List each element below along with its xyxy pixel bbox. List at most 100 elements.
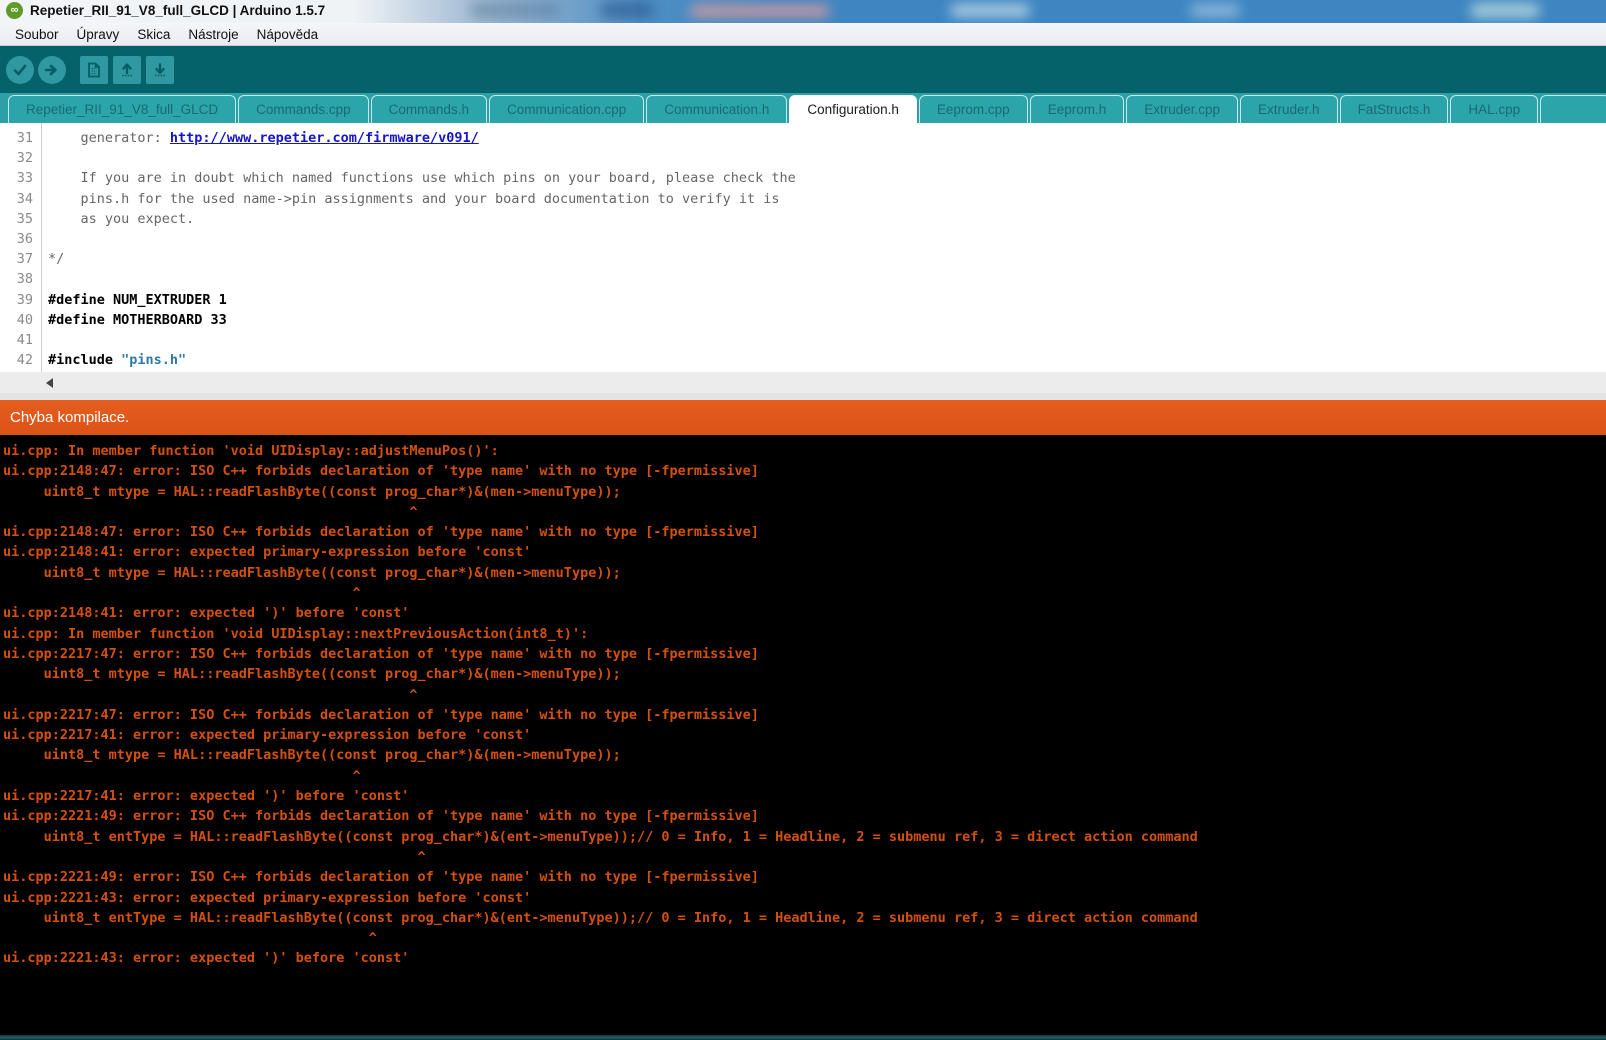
code-line: 33 If you are in doubt which named funct… <box>0 168 1606 188</box>
file-tab-bar: Repetier_RII_91_V8_full_GLCDCommands.cpp… <box>0 93 1606 123</box>
console-line: uint8_t mtype = HAL::readFlashByte((cons… <box>3 664 1606 684</box>
background-window-artifact <box>690 4 830 18</box>
console-line: uint8_t mtype = HAL::readFlashByte((cons… <box>3 563 1606 583</box>
code-editor[interactable]: 31 generator: http://www.repetier.com/fi… <box>0 123 1606 372</box>
tab-configuration-h[interactable]: Configuration.h <box>789 95 917 123</box>
console-line: ui.cpp: In member function 'void UIDispl… <box>3 441 1606 461</box>
line-number: 38 <box>0 269 41 289</box>
background-window-artifact <box>470 3 560 17</box>
line-number: 42 <box>0 350 41 370</box>
line-number: 32 <box>0 148 41 168</box>
toolbar <box>0 46 1606 93</box>
console-line: ui.cpp:2148:47: error: ISO C++ forbids d… <box>3 461 1606 481</box>
title-bar: ∞ Repetier_RII_91_V8_full_GLCD | Arduino… <box>0 0 1606 23</box>
console-line: ui.cpp:2221:43: error: expected ')' befo… <box>3 948 1606 968</box>
console-line: ui.cpp:2221:43: error: expected primary-… <box>3 888 1606 908</box>
compile-status-bar: Chyba kompilace. <box>0 400 1606 435</box>
open-button[interactable] <box>113 56 141 84</box>
console-line: ^ <box>3 685 1606 705</box>
code-text: #include "pins.h" <box>41 350 186 370</box>
tab-extruder-h[interactable]: Extruder.h <box>1240 95 1338 123</box>
code-link[interactable]: http://www.repetier.com/firmware/v091/ <box>170 130 479 146</box>
line-number: 33 <box>0 168 41 188</box>
background-window-artifact <box>1190 4 1240 17</box>
tab-repetier-rii-91-v8-full-glcd[interactable]: Repetier_RII_91_V8_full_GLCD <box>8 95 236 123</box>
menu-bar: SouborÚpravySkicaNástrojeNápověda <box>0 23 1606 46</box>
line-number: 37 <box>0 249 41 269</box>
console-line: ui.cpp:2217:41: error: expected primary-… <box>3 725 1606 745</box>
code-line: 40#define MOTHERBOARD 33 <box>0 310 1606 330</box>
status-strip <box>0 1035 1606 1040</box>
arrow-right-icon <box>44 62 60 78</box>
tab-fatstructs-h[interactable]: FatStructs.h <box>1340 95 1449 123</box>
upload-button[interactable] <box>38 56 66 84</box>
code-line: 35 as you expect. <box>0 209 1606 229</box>
menu-item-soubor[interactable]: Soubor <box>6 25 68 44</box>
menu-item-skica[interactable]: Skica <box>128 25 179 44</box>
menu-item-pravy[interactable]: Úpravy <box>68 25 129 44</box>
line-number: 31 <box>0 128 41 148</box>
tab-commands-cpp[interactable]: Commands.cpp <box>238 95 369 123</box>
code-line: 37*/ <box>0 249 1606 269</box>
tab-communication-h[interactable]: Communication.h <box>646 95 787 123</box>
console-output: ui.cpp: In member function 'void UIDispl… <box>0 435 1606 1035</box>
line-number: 34 <box>0 189 41 209</box>
console-line: ui.cpp:2148:47: error: ISO C++ forbids d… <box>3 522 1606 542</box>
scroll-left-arrow-icon[interactable] <box>46 378 53 388</box>
line-number: 35 <box>0 209 41 229</box>
document-icon <box>86 62 102 78</box>
console-line: ^ <box>3 502 1606 522</box>
tab-communication-cpp[interactable]: Communication.cpp <box>489 95 644 123</box>
console-line: ^ <box>3 847 1606 867</box>
background-window-artifact <box>950 4 1030 17</box>
code-line: 34 pins.h for the used name->pin assignm… <box>0 189 1606 209</box>
console-line: uint8_t mtype = HAL::readFlashByte((cons… <box>3 745 1606 765</box>
horizontal-scrollbar[interactable] <box>0 372 1606 393</box>
code-line: 31 generator: http://www.repetier.com/fi… <box>0 128 1606 148</box>
window-title: Repetier_RII_91_V8_full_GLCD | Arduino 1… <box>30 3 325 18</box>
console-line: ui.cpp:2148:41: error: expected ')' befo… <box>3 603 1606 623</box>
arrow-down-icon <box>152 62 168 78</box>
console-line: ui.cpp:2217:47: error: ISO C++ forbids d… <box>3 705 1606 725</box>
code-text: generator: http://www.repetier.com/firmw… <box>41 128 479 148</box>
code-text <box>41 148 48 168</box>
verify-button[interactable] <box>6 56 34 84</box>
code-text: #define MOTHERBOARD 33 <box>41 310 227 330</box>
check-icon <box>12 62 28 78</box>
save-button[interactable] <box>146 56 174 84</box>
new-button[interactable] <box>80 56 108 84</box>
arduino-logo-icon: ∞ <box>6 2 23 19</box>
tab-extruder-cpp[interactable]: Extruder.cpp <box>1126 95 1238 123</box>
background-window-artifact <box>1470 3 1540 18</box>
code-text: pins.h for the used name->pin assignment… <box>41 189 780 209</box>
code-line: 32 <box>0 148 1606 168</box>
background-window-artifact <box>600 2 655 18</box>
compile-error-message: Chyba kompilace. <box>10 409 129 426</box>
code-line: 39#define NUM_EXTRUDER 1 <box>0 290 1606 310</box>
menu-item-npovda[interactable]: Nápověda <box>248 25 328 44</box>
gutter-divider <box>41 123 42 372</box>
console-line: ^ <box>3 583 1606 603</box>
console-line: uint8_t entType = HAL::readFlashByte((co… <box>3 827 1606 847</box>
tab-eeprom-cpp[interactable]: Eeprom.cpp <box>919 95 1028 123</box>
console-line: ui.cpp:2221:49: error: ISO C++ forbids d… <box>3 867 1606 887</box>
code-text <box>41 330 48 350</box>
code-line: 41 <box>0 330 1606 350</box>
console-line: ui.cpp:2221:49: error: ISO C++ forbids d… <box>3 806 1606 826</box>
menu-item-nstroje[interactable]: Nástroje <box>179 25 247 44</box>
console-line: ui.cpp:2217:47: error: ISO C++ forbids d… <box>3 644 1606 664</box>
code-line: 36 <box>0 229 1606 249</box>
line-number: 40 <box>0 310 41 330</box>
arrow-up-icon <box>119 62 135 78</box>
code-text: as you expect. <box>41 209 194 229</box>
console-line: ui.cpp:2148:41: error: expected primary-… <box>3 542 1606 562</box>
tab-eeprom-h[interactable]: Eeprom.h <box>1030 95 1125 123</box>
console-line: uint8_t mtype = HAL::readFlashByte((cons… <box>3 482 1606 502</box>
tab-commands-h[interactable]: Commands.h <box>371 95 487 123</box>
tab-hal-cpp[interactable]: HAL.cpp <box>1450 95 1538 123</box>
console-line: ui.cpp: In member function 'void UIDispl… <box>3 624 1606 644</box>
code-text: #define NUM_EXTRUDER 1 <box>41 290 227 310</box>
line-number: 36 <box>0 229 41 249</box>
code-line: 38 <box>0 269 1606 289</box>
tab-partial[interactable] <box>1540 95 1606 123</box>
